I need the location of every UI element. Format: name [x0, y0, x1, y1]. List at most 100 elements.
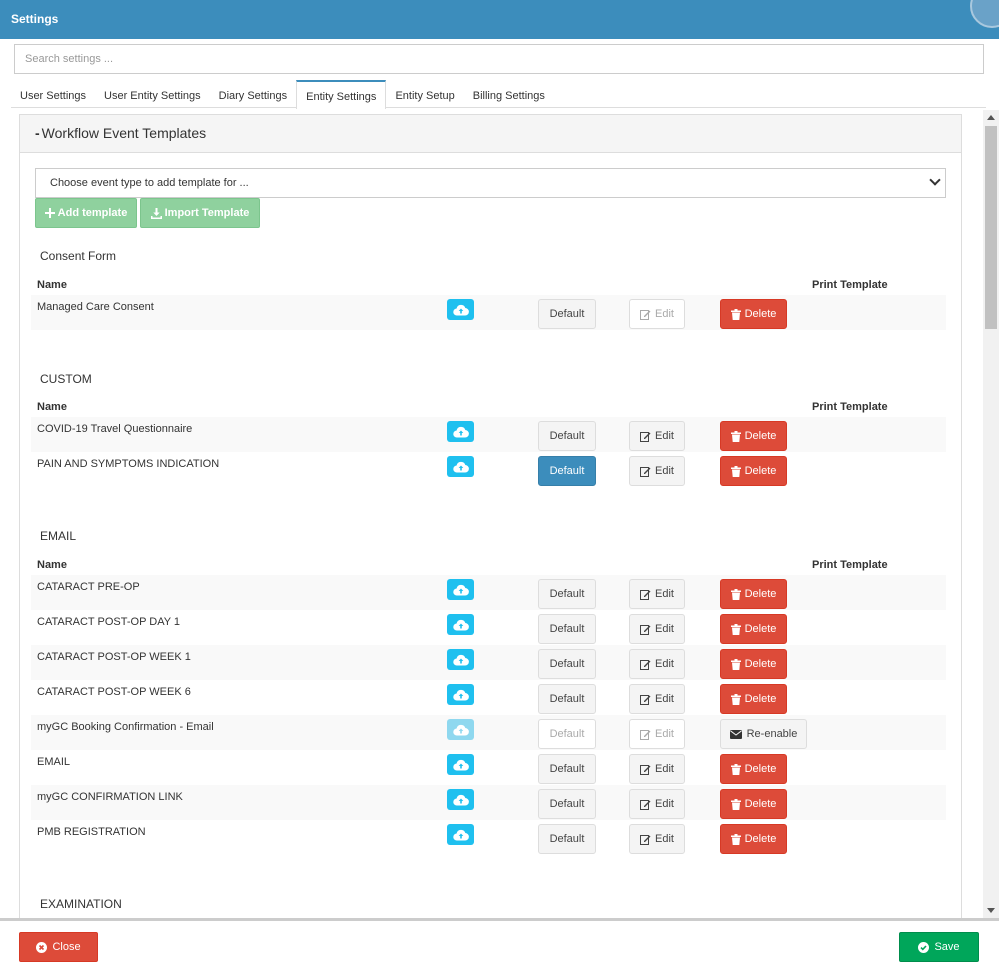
table-row: PAIN AND SYMPTOMS INDICATION Default Edi…: [31, 452, 946, 487]
edit-button[interactable]: Edit: [629, 421, 685, 451]
delete-button[interactable]: Delete: [720, 421, 787, 451]
scroll-down-icon[interactable]: [987, 908, 995, 913]
delete-button[interactable]: Delete: [720, 456, 787, 486]
cloud-upload-icon[interactable]: [447, 614, 474, 635]
delete-label: Delete: [744, 308, 777, 320]
default-button[interactable]: Default: [538, 299, 596, 329]
cloud-upload-icon[interactable]: [447, 456, 474, 477]
default-button[interactable]: Default: [538, 579, 596, 609]
edit-button[interactable]: Edit: [629, 649, 685, 679]
cloud-upload-icon[interactable]: [447, 299, 474, 320]
table-row: COVID-19 Travel Questionnaire Default Ed…: [31, 417, 946, 452]
cloud-upload-icon[interactable]: [447, 579, 474, 600]
check-circle-icon: [918, 941, 930, 953]
delete-button[interactable]: Delete: [720, 824, 787, 854]
tab-entity-settings[interactable]: Entity Settings: [296, 80, 387, 109]
table-row: CATARACT POST-OP DAY 1 Default Edit Dele…: [31, 610, 946, 645]
default-button[interactable]: Default: [538, 649, 596, 679]
trash-icon: [730, 763, 741, 775]
re-enable-label: Re-enable: [746, 728, 798, 740]
edit-button[interactable]: Edit: [629, 824, 685, 854]
vertical-scrollbar[interactable]: [983, 110, 999, 918]
delete-button[interactable]: Delete: [720, 649, 787, 679]
column-print-template-header: Print Template: [812, 401, 888, 413]
tab-billing-settings[interactable]: Billing Settings: [464, 80, 554, 108]
delete-label: Delete: [744, 623, 777, 635]
edit-label: Edit: [655, 833, 674, 845]
delete-label: Delete: [744, 588, 777, 600]
default-button[interactable]: Default: [538, 789, 596, 819]
event-type-select[interactable]: Choose event type to add template for ..…: [35, 168, 946, 198]
edit-icon: [640, 589, 651, 600]
edit-label: Edit: [655, 763, 674, 775]
panel-header[interactable]: - Workflow Event Templates: [20, 115, 961, 153]
cloud-upload-icon[interactable]: [447, 789, 474, 810]
column-name-header: Name: [37, 559, 67, 571]
template-name: PAIN AND SYMPTOMS INDICATION: [37, 458, 220, 470]
default-button[interactable]: Default: [538, 614, 596, 644]
edit-button[interactable]: Edit: [629, 456, 685, 486]
tab-diary-settings[interactable]: Diary Settings: [210, 80, 296, 108]
cloud-upload-icon[interactable]: [447, 421, 474, 442]
template-name: CATARACT PRE-OP: [37, 581, 140, 593]
delete-button[interactable]: Delete: [720, 614, 787, 644]
close-label: Close: [52, 941, 81, 953]
close-button[interactable]: Close: [19, 932, 98, 962]
edit-button[interactable]: Edit: [629, 614, 685, 644]
edit-button[interactable]: Edit: [629, 299, 685, 329]
cloud-upload-icon[interactable]: [447, 719, 474, 740]
cloud-upload-icon[interactable]: [447, 649, 474, 670]
table-row: Managed Care Consent Default Edit Delete: [31, 295, 946, 330]
cloud-upload-icon[interactable]: [447, 754, 474, 775]
trash-icon: [730, 693, 741, 705]
edit-label: Edit: [655, 798, 674, 810]
scroll-up-icon[interactable]: [987, 115, 995, 120]
add-template-button[interactable]: Add template: [35, 198, 137, 228]
edit-icon: [640, 694, 651, 705]
edit-button[interactable]: Edit: [629, 754, 685, 784]
trash-icon: [730, 430, 741, 442]
table-row: CATARACT POST-OP WEEK 6 Default Edit Del…: [31, 680, 946, 715]
default-button[interactable]: Default: [538, 719, 596, 749]
trash-icon: [730, 798, 741, 810]
edit-button[interactable]: Edit: [629, 579, 685, 609]
tab-user-settings[interactable]: User Settings: [11, 80, 95, 108]
tab-user-entity-settings[interactable]: User Entity Settings: [95, 80, 210, 108]
default-button[interactable]: Default: [538, 824, 596, 854]
cloud-upload-icon[interactable]: [447, 684, 474, 705]
edit-label: Edit: [655, 308, 674, 320]
close-circle-icon: [36, 941, 48, 953]
template-name: CATARACT POST-OP DAY 1: [37, 616, 181, 628]
import-template-label: Import Template: [164, 207, 250, 219]
edit-label: Edit: [655, 430, 674, 442]
edit-label: Edit: [655, 465, 674, 477]
collapse-toggle[interactable]: -: [35, 125, 40, 141]
import-template-button[interactable]: Import Template: [140, 198, 260, 228]
scrollbar-thumb[interactable]: [985, 126, 997, 329]
edit-icon: [640, 309, 651, 320]
default-button[interactable]: Default: [538, 421, 596, 451]
delete-button[interactable]: Delete: [720, 789, 787, 819]
default-button[interactable]: Default: [538, 684, 596, 714]
default-button[interactable]: Default: [538, 456, 596, 486]
default-button[interactable]: Default: [538, 754, 596, 784]
tab-entity-setup[interactable]: Entity Setup: [386, 80, 463, 108]
delete-label: Delete: [744, 658, 777, 670]
edit-button[interactable]: Edit: [629, 684, 685, 714]
delete-button[interactable]: Delete: [720, 299, 787, 329]
table-row: CATARACT PRE-OP Default Edit Delete: [31, 575, 946, 610]
avatar[interactable]: [970, 0, 999, 28]
cloud-upload-icon[interactable]: [447, 824, 474, 845]
search-input[interactable]: [14, 44, 984, 74]
download-icon: [150, 207, 162, 219]
re-enable-button[interactable]: Re-enable: [720, 719, 807, 749]
edit-button[interactable]: Edit: [629, 789, 685, 819]
edit-button[interactable]: Edit: [629, 719, 685, 749]
delete-button[interactable]: Delete: [720, 754, 787, 784]
delete-label: Delete: [744, 763, 777, 775]
edit-label: Edit: [655, 693, 674, 705]
edit-icon: [640, 659, 651, 670]
delete-button[interactable]: Delete: [720, 579, 787, 609]
delete-button[interactable]: Delete: [720, 684, 787, 714]
save-button[interactable]: Save: [899, 932, 979, 962]
